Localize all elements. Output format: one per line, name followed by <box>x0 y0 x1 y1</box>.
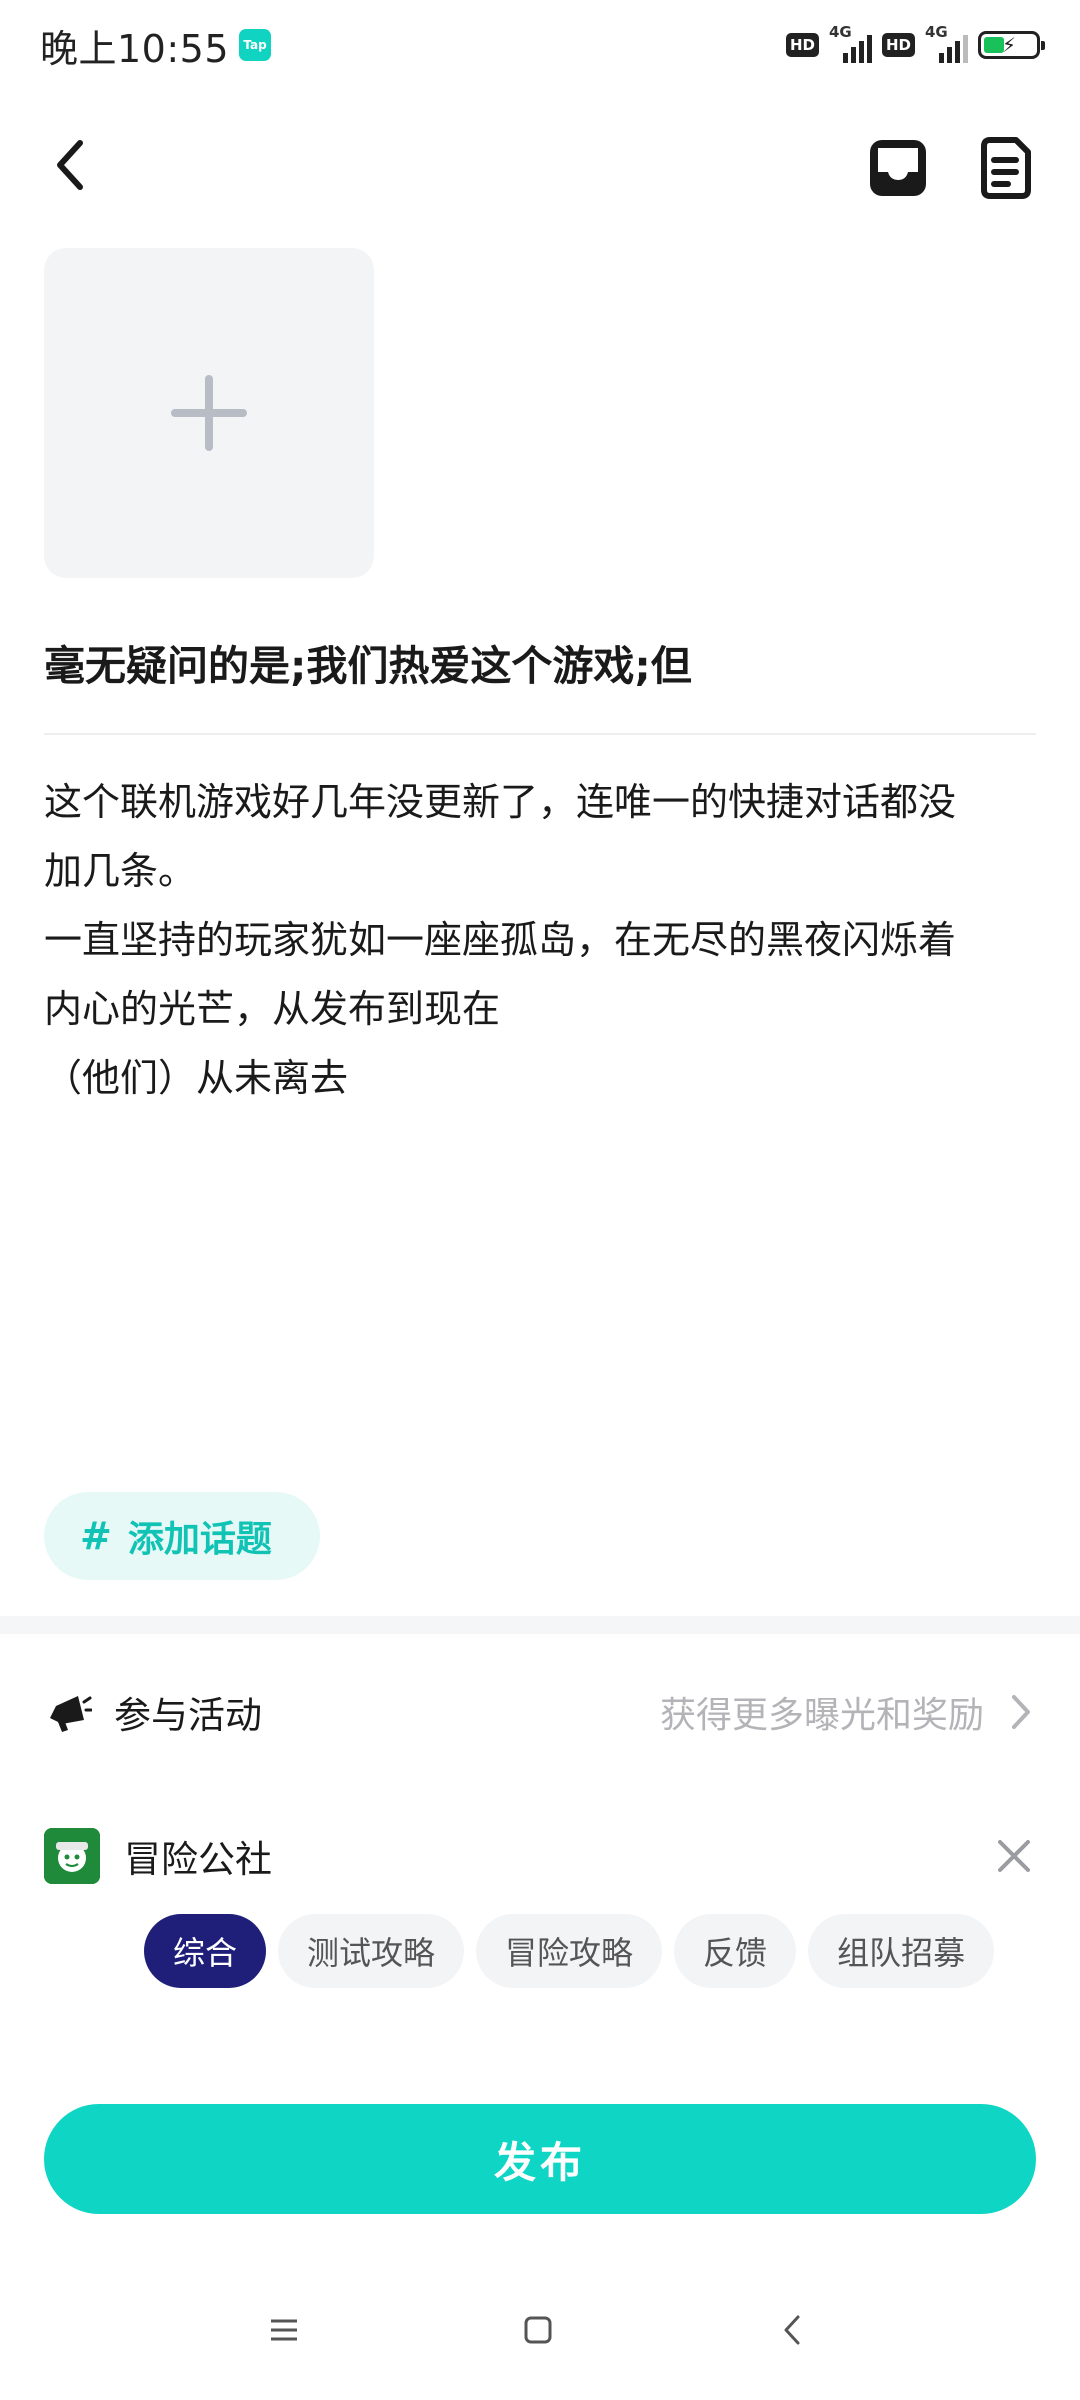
chevron-right-icon <box>1006 1692 1036 1732</box>
signal-icon: 4G <box>925 23 968 63</box>
hashtag-icon: # <box>80 1514 112 1558</box>
category-tab[interactable]: 测试攻略 <box>278 1914 465 1988</box>
category-tab[interactable]: 综合 <box>144 1914 267 1988</box>
system-back-button[interactable] <box>762 2300 822 2360</box>
document-icon <box>981 137 1031 199</box>
remove-group-button[interactable] <box>992 1834 1036 1878</box>
category-tab[interactable]: 冒险攻略 <box>476 1914 663 1988</box>
tap-app-icon: Tap <box>239 29 272 61</box>
chevron-left-icon <box>57 140 83 190</box>
system-nav-bar <box>0 2300 1080 2360</box>
megaphone-icon <box>50 1696 92 1732</box>
body-line: 加几条。 <box>44 849 197 893</box>
inbox-icon <box>870 140 926 196</box>
close-icon <box>998 1840 1030 1872</box>
back-button[interactable] <box>40 130 100 200</box>
group-logo <box>44 1828 100 1884</box>
add-topic-button[interactable]: # 添加话题 <box>44 1492 320 1580</box>
group-name: 冒险公社 <box>124 1838 272 1881</box>
activity-hint: 获得更多曝光和奖励 <box>659 1695 984 1736</box>
status-indicators: HD 4G HD 4G ⚡ <box>785 23 1045 63</box>
join-activity-label: 参与活动 <box>114 1694 262 1737</box>
category-tabs: 综合 测试攻略 冒险攻略 反馈 组队招募 <box>144 1914 995 1988</box>
post-editor-page: 晚上10:55 Tap HD 4G HD 4G ⚡ 毫无疑问的是;我们热爱这个游… <box>0 0 1080 2400</box>
body-line: 内心的光芒，从发布到现在 <box>44 987 501 1031</box>
menu-icon <box>271 2319 297 2341</box>
body-line: 这个联机游戏好几年没更新了，连唯一的快捷对话都没 <box>44 780 957 824</box>
status-time: 晚上10:55 <box>40 26 230 71</box>
hd-badge: HD <box>881 33 915 57</box>
section-divider <box>0 1616 1080 1634</box>
chevron-left-icon <box>784 2315 800 2345</box>
square-icon <box>524 2316 552 2344</box>
menu-button[interactable] <box>254 2300 314 2360</box>
body-line: 一直坚持的玩家犹如一座座孤岛，在无尽的黑夜闪烁着 <box>44 918 957 962</box>
post-body-input[interactable]: 这个联机游戏好几年没更新了，连唯一的快捷对话都没 加几条。 一直坚持的玩家犹如一… <box>44 768 1044 1113</box>
category-tab[interactable]: 组队招募 <box>808 1914 995 1988</box>
signal-icon: 4G <box>829 23 872 63</box>
hd-badge: HD <box>785 33 819 57</box>
add-topic-label: 添加话题 <box>127 1519 272 1560</box>
publish-button[interactable]: 发布 <box>44 2104 1036 2214</box>
battery-icon: ⚡ <box>978 31 1045 59</box>
plus-icon <box>171 375 247 451</box>
drafts-button[interactable] <box>862 132 934 204</box>
add-image-button[interactable] <box>44 248 374 578</box>
category-tab[interactable]: 反馈 <box>674 1914 797 1988</box>
join-activity-row[interactable]: 参与活动 获得更多曝光和奖励 <box>0 1670 1080 1754</box>
status-bar: 晚上10:55 Tap HD 4G HD 4G ⚡ <box>0 0 1080 90</box>
post-title-input[interactable]: 毫无疑问的是;我们热爱这个游戏;但 <box>44 632 1036 700</box>
selected-group-row: 冒险公社 <box>0 1824 1080 1888</box>
notes-button[interactable] <box>970 132 1042 204</box>
body-line: （他们）从未离去 <box>44 1056 349 1100</box>
title-divider <box>44 733 1036 735</box>
home-button[interactable] <box>508 2300 568 2360</box>
top-bar <box>0 110 1080 220</box>
